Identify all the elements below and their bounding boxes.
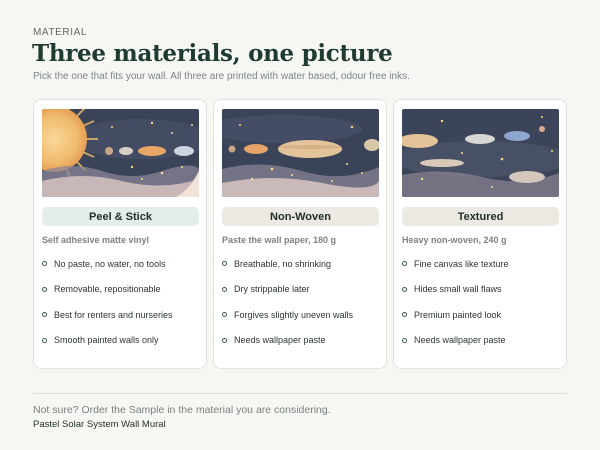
sample-note: Not sure? Order the Sample in the materi… [33, 404, 331, 416]
mural-preview-image [42, 109, 199, 197]
bullet-icon [222, 261, 227, 267]
feature-item: Removable, repositionable [42, 277, 173, 303]
bullet-icon [222, 286, 227, 292]
bullet-icon [402, 261, 407, 267]
feature-item: Forgives slightly uneven walls [222, 302, 353, 328]
page-title: Three materials, one picture [32, 40, 393, 67]
feature-item: No paste, no water, no tools [42, 251, 173, 277]
feature-item: Breathable, no shrinking [222, 251, 353, 277]
feature-item: Needs wallpaper paste [222, 328, 353, 354]
material-spec: Heavy non-woven, 240 g [402, 235, 507, 245]
feature-list: Breathable, no shrinking Dry strippable … [222, 251, 353, 353]
material-name-pill: Peel & Stick [42, 207, 199, 226]
material-spec: Paste the wall paper, 180 g [222, 235, 337, 245]
feature-item: Smooth painted walls only [42, 328, 173, 354]
footer-divider [33, 393, 567, 394]
feature-item: Hides small wall flaws [402, 277, 509, 303]
bullet-icon [222, 312, 227, 318]
material-name-pill: Textured [402, 207, 559, 226]
bullet-icon [222, 337, 227, 343]
feature-item: Best for renters and nurseries [42, 302, 173, 328]
feature-item: Dry strippable later [222, 277, 353, 303]
page-subtitle: Pick the one that fits your wall. All th… [33, 71, 410, 82]
bullet-icon [42, 337, 47, 343]
product-name: Pastel Solar System Wall Mural [33, 419, 166, 430]
feature-list: No paste, no water, no tools Removable, … [42, 251, 173, 353]
material-name-pill: Non-Woven [222, 207, 379, 226]
bullet-icon [402, 337, 407, 343]
material-card-textured[interactable]: Textured Heavy non-woven, 240 g Fine can… [393, 99, 567, 369]
feature-item: Premium painted look [402, 302, 509, 328]
material-card-non-woven[interactable]: Non-Woven Paste the wall paper, 180 g Br… [213, 99, 387, 369]
mural-preview-image [222, 109, 379, 197]
mural-preview-image [402, 109, 559, 197]
feature-item: Needs wallpaper paste [402, 328, 509, 354]
feature-item: Fine canvas like texture [402, 251, 509, 277]
bullet-icon [402, 312, 407, 318]
bullet-icon [402, 286, 407, 292]
bullet-icon [42, 261, 47, 267]
feature-list: Fine canvas like texture Hides small wal… [402, 251, 509, 353]
material-card-peel-stick[interactable]: Peel & Stick Self adhesive matte vinyl N… [33, 99, 207, 369]
bullet-icon [42, 286, 47, 292]
eyebrow-label: MATERIAL [33, 27, 88, 38]
bullet-icon [42, 312, 47, 318]
material-spec: Self adhesive matte vinyl [42, 235, 150, 245]
